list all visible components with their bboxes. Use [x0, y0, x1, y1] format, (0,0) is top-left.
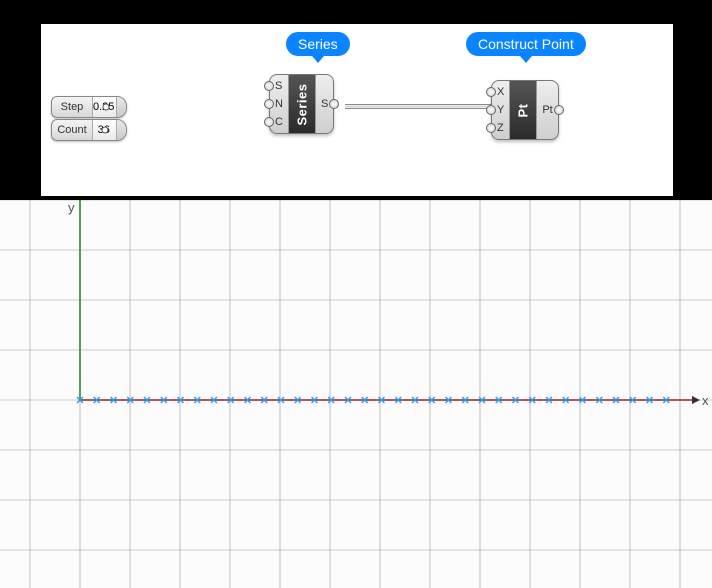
- slider-step-grip[interactable]: [116, 97, 126, 117]
- point-marker: ✕: [92, 395, 101, 407]
- canvas-panel: Series Construct Point Step 0.25 Count 3…: [41, 24, 673, 196]
- tooltip-construct-point: Construct Point: [466, 32, 586, 56]
- point-marker: ✕: [662, 395, 671, 407]
- point-marker: ✕: [477, 395, 486, 407]
- point-marker: ✕: [293, 395, 302, 407]
- point-marker: ✕: [209, 395, 218, 407]
- point-marker: ✕: [494, 395, 503, 407]
- series-core: Series: [288, 75, 316, 133]
- wire-series-to-point: [345, 104, 493, 109]
- point-marker: ✕: [109, 395, 118, 407]
- point-marker: ✕: [595, 395, 604, 407]
- point-marker: ✕: [159, 395, 168, 407]
- point-marker: ✕: [528, 395, 537, 407]
- slider-group: Step 0.25 Count 36: [51, 96, 127, 142]
- series-inputs: S N C: [270, 75, 288, 133]
- point-marker: ✕: [611, 395, 620, 407]
- point-marker: ✕: [193, 395, 202, 407]
- point-marker: ✕: [628, 395, 637, 407]
- point-marker: ✕: [360, 395, 369, 407]
- point-marker: ✕: [310, 395, 319, 407]
- tooltip-series: Series: [286, 32, 350, 56]
- point-outputs: Pt: [537, 81, 557, 139]
- component-construct-point[interactable]: X Y Z Pt Pt: [491, 80, 559, 140]
- point-marker: ✕: [578, 395, 587, 407]
- point-output-pt[interactable]: Pt: [542, 101, 552, 119]
- slider-step[interactable]: Step 0.25: [51, 96, 127, 118]
- rhino-viewport[interactable]: x y ✕ ✕ ✕ ✕ ✕ ✕ ✕ ✕ ✕ ✕ ✕ ✕ ✕ ✕ ✕ ✕ ✕ ✕ ✕ ✕ ✕ ✕ ✕ ✕ ✕ ✕ ✕ ✕ ✕ ✕ ✕ ✕ ✕ ✕ ✕ ✕: [0, 200, 712, 588]
- point-inputs: X Y Z: [492, 81, 509, 139]
- point-marker: ✕: [142, 395, 151, 407]
- slider-count-knob[interactable]: [101, 127, 108, 134]
- series-outputs: S: [316, 75, 333, 133]
- point-marker: ✕: [461, 395, 470, 407]
- point-marker: ✕: [126, 395, 135, 407]
- point-marker: ✕: [410, 395, 419, 407]
- component-series[interactable]: S N C Series S: [269, 74, 334, 134]
- y-axis-label: y: [68, 200, 75, 215]
- series-input-n[interactable]: N: [275, 95, 283, 113]
- x-axis-label: x: [702, 393, 709, 408]
- series-output-s[interactable]: S: [321, 95, 328, 113]
- slider-count-track[interactable]: 36: [92, 120, 116, 140]
- slider-step-knob[interactable]: [102, 104, 109, 111]
- point-marker: ✕: [243, 395, 252, 407]
- point-marker: ✕: [176, 395, 185, 407]
- point-marker: ✕: [427, 395, 436, 407]
- point-input-y[interactable]: Y: [497, 101, 504, 119]
- point-input-x[interactable]: X: [497, 83, 504, 101]
- point-marker: ✕: [444, 395, 453, 407]
- point-marker: ✕: [544, 395, 553, 407]
- point-marker: ✕: [394, 395, 403, 407]
- point-input-z[interactable]: Z: [497, 119, 504, 137]
- series-input-c[interactable]: C: [275, 113, 283, 131]
- point-core: Pt: [509, 81, 537, 139]
- point-marker: ✕: [75, 395, 84, 407]
- point-marker: ✕: [260, 395, 269, 407]
- slider-step-label: Step: [52, 101, 92, 113]
- slider-count-label: Count: [52, 124, 92, 136]
- point-marker: ✕: [377, 395, 386, 407]
- slider-count-grip[interactable]: [116, 120, 126, 140]
- point-marker: ✕: [276, 395, 285, 407]
- slider-step-track[interactable]: 0.25: [92, 97, 116, 117]
- series-input-s[interactable]: S: [275, 77, 283, 95]
- point-marker: ✕: [327, 395, 336, 407]
- point-marker: ✕: [645, 395, 654, 407]
- point-marker: ✕: [561, 395, 570, 407]
- slider-count[interactable]: Count 36: [51, 119, 127, 141]
- point-marker: ✕: [343, 395, 352, 407]
- point-marker: ✕: [226, 395, 235, 407]
- point-marker: ✕: [511, 395, 520, 407]
